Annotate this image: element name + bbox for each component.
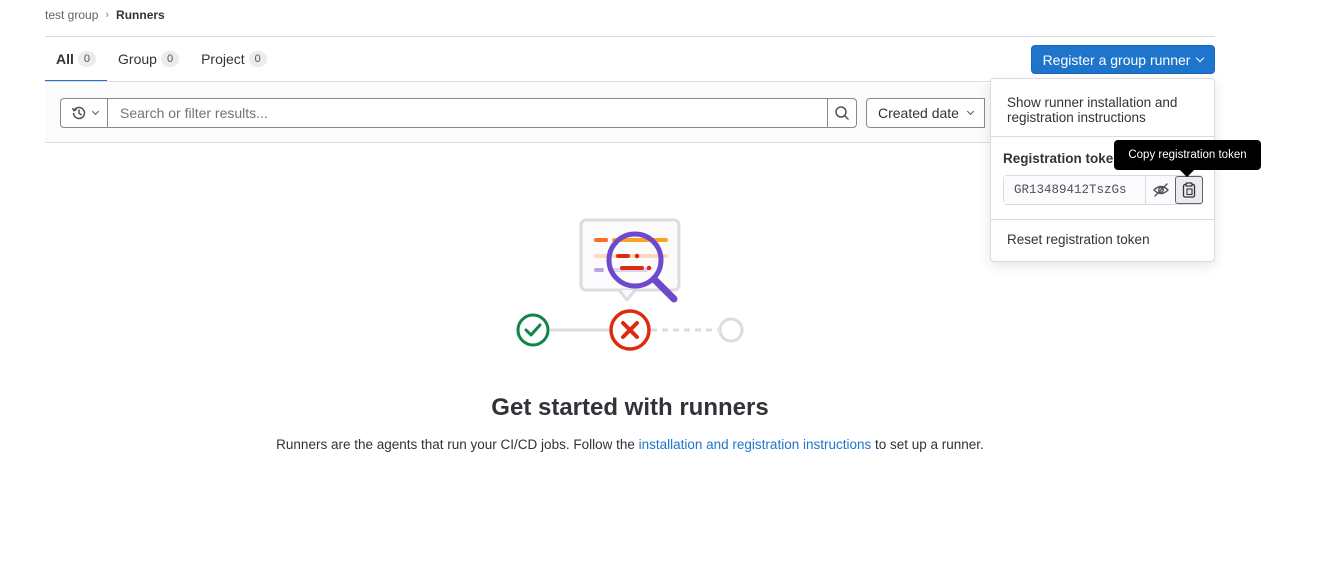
tab-group[interactable]: Group 0: [107, 38, 190, 82]
recent-searches-button[interactable]: [60, 98, 108, 128]
dropdown-divider: [991, 136, 1214, 137]
empty-state-title: Get started with runners: [491, 394, 769, 421]
show-instructions-item[interactable]: Show runner installation and registratio…: [1007, 95, 1202, 125]
error-circle-icon: [609, 309, 651, 351]
registration-token-input[interactable]: [1004, 176, 1146, 204]
sort-dropdown[interactable]: Created date: [866, 98, 985, 128]
breadcrumb-separator: ›: [105, 9, 110, 21]
pending-circle-icon: [718, 317, 744, 343]
tab-label: Group: [118, 51, 157, 67]
search-icon: [835, 106, 849, 120]
empty-state-illustration: [516, 218, 744, 351]
header-divider: [45, 36, 1215, 37]
registration-token-field: [1003, 175, 1203, 205]
breadcrumb-parent-link[interactable]: test group: [45, 8, 98, 22]
copy-token-tooltip: Copy registration token: [1114, 140, 1261, 170]
chevron-down-icon: [91, 107, 100, 116]
dropdown-divider: [991, 219, 1214, 220]
history-icon: [71, 106, 86, 120]
tab-label: All: [56, 51, 74, 67]
check-circle-icon: [516, 313, 550, 347]
search-input[interactable]: [107, 98, 828, 128]
tab-count-badge: 0: [77, 51, 97, 67]
registration-token-label: Registration token: [1003, 151, 1122, 166]
installation-instructions-link[interactable]: installation and registration instructio…: [639, 437, 872, 452]
filter-bar: Created date: [45, 83, 995, 143]
empty-state-text-after: to set up a runner.: [871, 437, 984, 452]
eye-slash-icon: [1153, 183, 1169, 197]
empty-state-text-before: Runners are the agents that run your CI/…: [276, 437, 639, 452]
breadcrumb: test group › Runners: [45, 8, 165, 22]
chevron-down-icon: [966, 107, 974, 116]
chevron-down-icon: [1196, 53, 1205, 62]
copy-token-button[interactable]: [1175, 176, 1203, 204]
copy-to-clipboard-icon: [1182, 182, 1196, 198]
tab-label: Project: [201, 51, 245, 67]
runner-type-tabs: All 0 Group 0 Project 0: [45, 38, 278, 82]
register-button-label: Register a group runner: [1042, 51, 1191, 68]
search-button[interactable]: [827, 98, 857, 128]
register-group-runner-button[interactable]: Register a group runner: [1031, 45, 1215, 74]
tab-count-badge: 0: [160, 51, 180, 67]
tab-project[interactable]: Project 0: [190, 38, 278, 82]
sort-label: Created date: [878, 105, 959, 121]
toggle-token-visibility-button[interactable]: [1147, 176, 1175, 204]
tab-all[interactable]: All 0: [45, 38, 108, 82]
reset-token-item[interactable]: Reset registration token: [1007, 232, 1150, 247]
breadcrumb-current[interactable]: Runners: [116, 8, 165, 22]
tab-count-badge: 0: [248, 51, 267, 67]
empty-state-description: Runners are the agents that run your CI/…: [0, 437, 1260, 452]
